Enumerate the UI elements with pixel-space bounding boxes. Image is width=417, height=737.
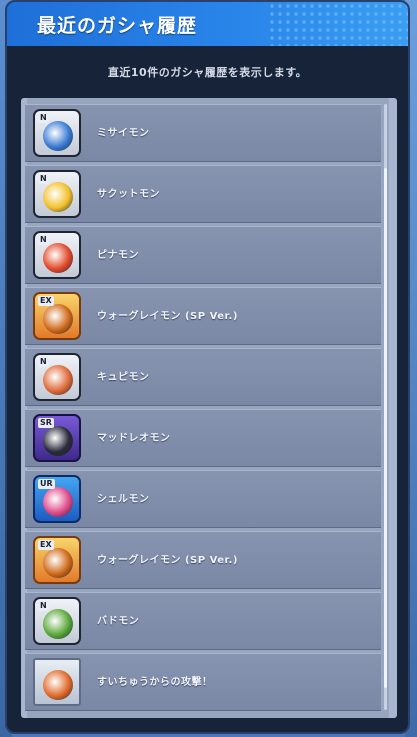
history-item-name: ウォーグレイモン (SP Ver.) bbox=[97, 555, 238, 566]
history-item-name: ウォーグレイモン (SP Ver.) bbox=[97, 311, 238, 322]
history-item-name: マッドレオモン bbox=[97, 433, 171, 444]
history-row[interactable]: EX ウォーグレイモン (SP Ver.) bbox=[25, 531, 381, 589]
history-row[interactable]: EX ウォーグレイモン (SP Ver.) bbox=[25, 287, 381, 345]
character-art bbox=[43, 182, 73, 212]
character-card-icon: SR bbox=[33, 414, 81, 462]
rarity-badge: N bbox=[38, 235, 49, 245]
character-art bbox=[43, 548, 73, 578]
character-art bbox=[43, 609, 73, 639]
dialog-title: 最近のガシャ履歴 bbox=[37, 15, 198, 37]
header-pattern bbox=[268, 2, 408, 46]
subtitle-bar: 直近10件のガシャ履歴を表示します。 bbox=[7, 46, 408, 98]
rarity-badge: UR bbox=[38, 479, 55, 489]
character-card-icon: EX bbox=[33, 536, 81, 584]
item-card-icon bbox=[33, 658, 81, 706]
rarity-badge: N bbox=[38, 601, 49, 611]
history-item-name: サクットモン bbox=[97, 189, 160, 200]
rarity-badge: N bbox=[38, 113, 49, 123]
history-item-name: すいちゅうからの攻撃！ bbox=[97, 677, 213, 688]
character-card-icon: UR bbox=[33, 475, 81, 523]
scrollbar-thumb[interactable] bbox=[384, 168, 387, 688]
rarity-badge: N bbox=[38, 174, 49, 184]
character-art bbox=[43, 487, 73, 517]
history-row[interactable]: N ミサイモン bbox=[25, 104, 381, 162]
history-item-name: シェルモン bbox=[97, 494, 150, 505]
character-card-icon: EX bbox=[33, 292, 81, 340]
character-card-icon: N bbox=[33, 231, 81, 279]
history-item-name: バドモン bbox=[97, 616, 140, 627]
character-art bbox=[43, 426, 73, 456]
dialog-subtitle: 直近10件のガシャ履歴を表示します。 bbox=[107, 66, 308, 79]
dialog-header: 最近のガシャ履歴 bbox=[7, 2, 408, 46]
character-card-icon: N bbox=[33, 597, 81, 645]
character-card-icon: N bbox=[33, 170, 81, 218]
character-art bbox=[43, 304, 73, 334]
character-card-icon: N bbox=[33, 353, 81, 401]
history-row[interactable]: N キュピモン bbox=[25, 348, 381, 406]
character-art bbox=[43, 365, 73, 395]
rarity-badge: N bbox=[38, 357, 49, 367]
history-item-name: ミサイモン bbox=[97, 128, 150, 139]
history-item-name: ピナモン bbox=[97, 250, 139, 261]
history-row[interactable]: すいちゅうからの攻撃！ bbox=[25, 653, 381, 711]
history-item-name: キュピモン bbox=[97, 372, 150, 383]
character-art bbox=[43, 243, 73, 273]
rarity-badge: EX bbox=[38, 296, 54, 306]
character-art bbox=[43, 121, 73, 151]
history-row[interactable]: N バドモン bbox=[25, 592, 381, 650]
history-row[interactable]: N ピナモン bbox=[25, 226, 381, 284]
rarity-badge: EX bbox=[38, 540, 54, 550]
character-card-icon: N bbox=[33, 109, 81, 157]
rarity-badge: SR bbox=[38, 418, 54, 428]
history-row[interactable]: UR シェルモン bbox=[25, 470, 381, 528]
history-row[interactable]: SR マッドレオモン bbox=[25, 409, 381, 467]
gacha-history-dialog: 最近のガシャ履歴 直近10件のガシャ履歴を表示します。 N ミサイモン N サクットモ… bbox=[5, 0, 410, 734]
history-row[interactable]: N サクットモン bbox=[25, 165, 381, 223]
character-art bbox=[43, 670, 73, 700]
